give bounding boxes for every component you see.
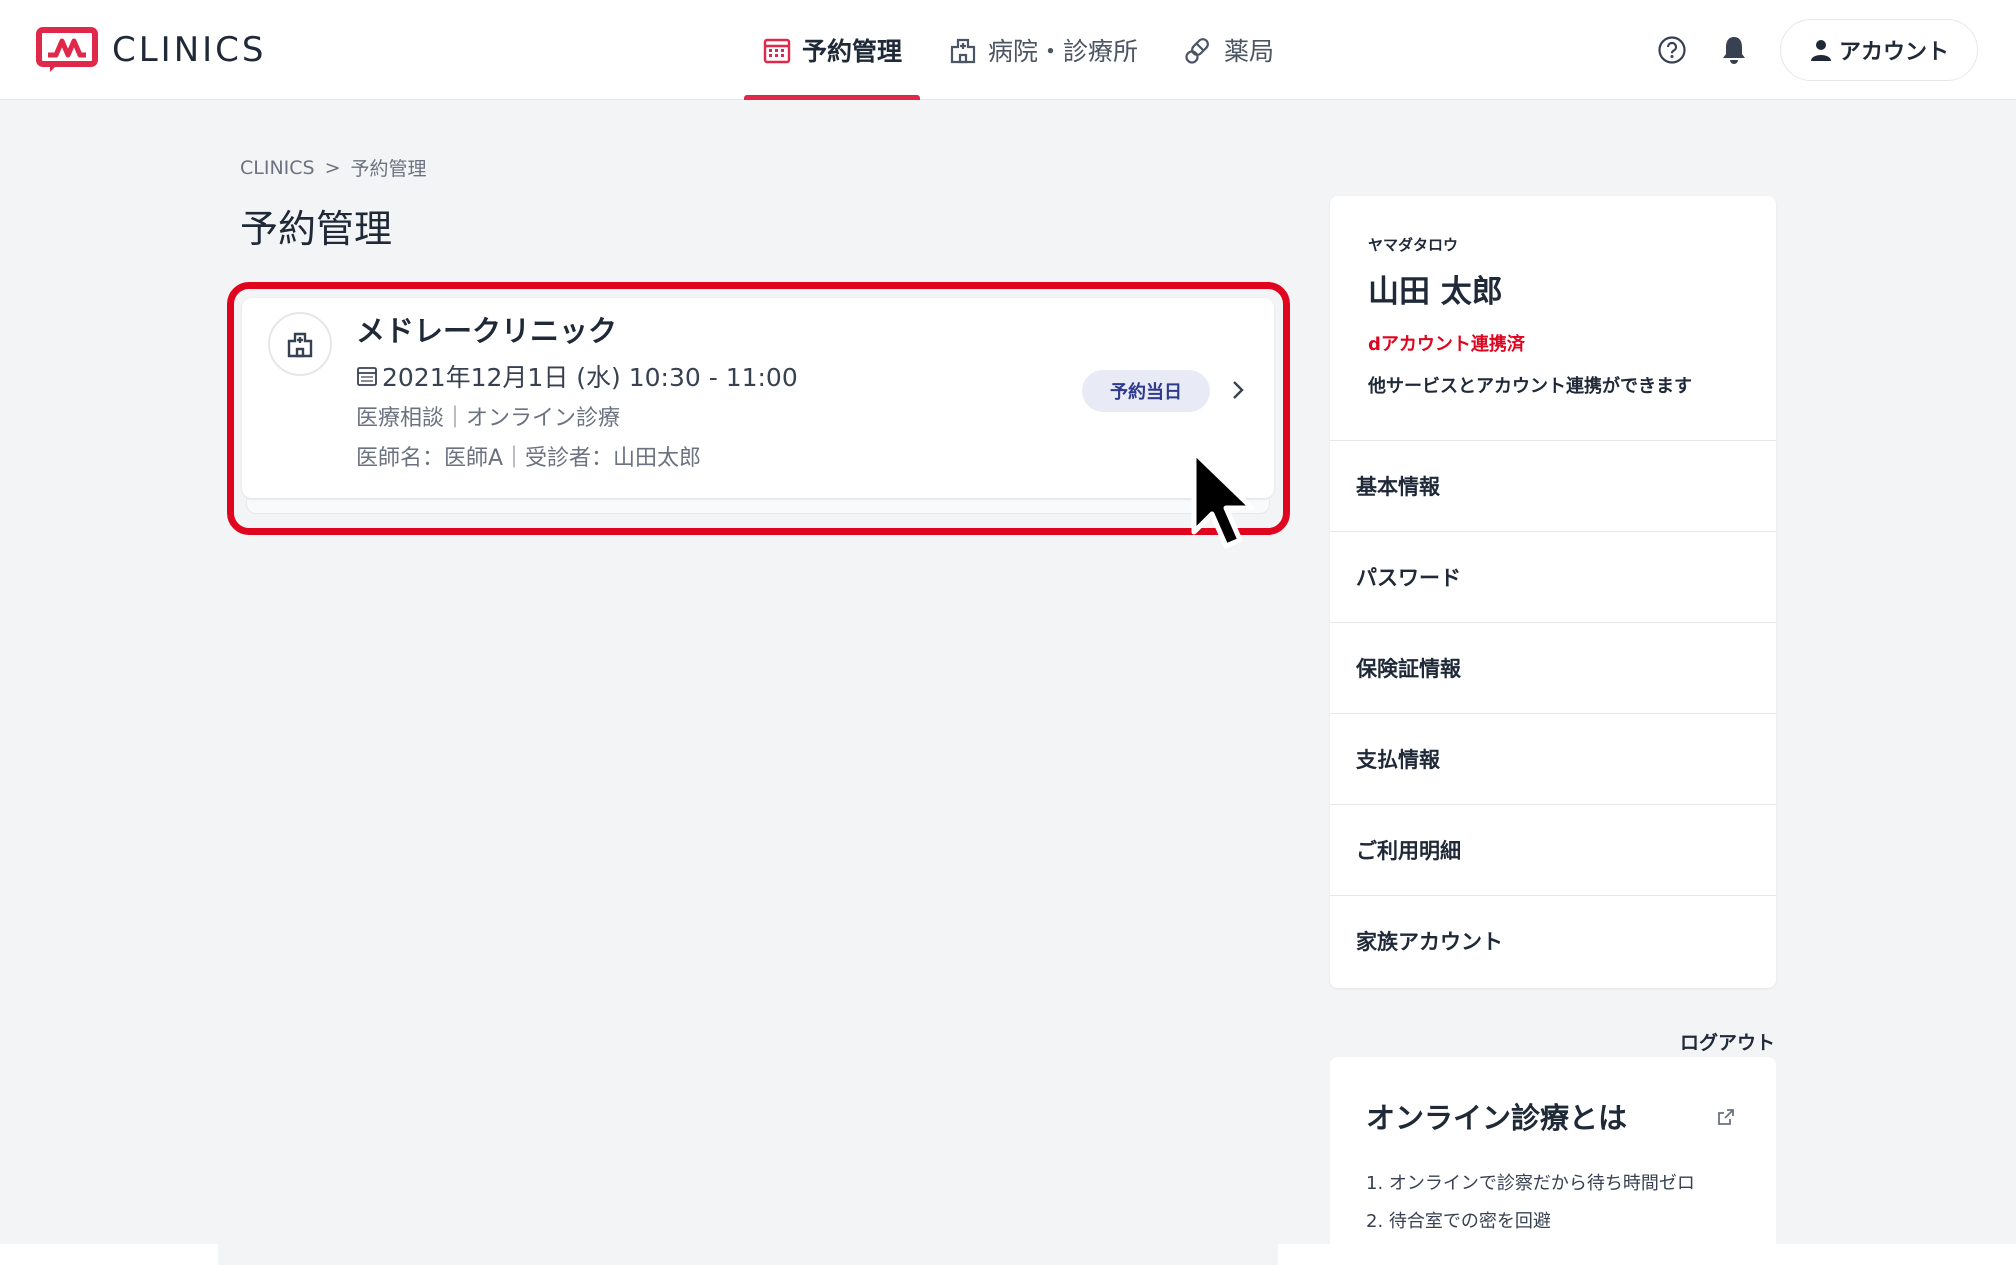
profile-panel: ヤマダタロウ 山田 太郎 dアカウント連携済 他サービスとアカウント連携ができま… — [1330, 196, 1776, 988]
clinics-logo[interactable]: CLINICS — [36, 26, 267, 74]
user-name-kana: ヤマダタロウ — [1368, 236, 1459, 254]
d-account-status[interactable]: dアカウント連携済 — [1368, 330, 1525, 356]
info-title: オンライン診療とは — [1366, 1101, 1628, 1135]
breadcrumb-separator: > — [324, 156, 341, 179]
breadcrumb-current: 予約管理 — [350, 158, 427, 180]
footer-strip — [0, 1244, 218, 1265]
nav-tab-reservations[interactable]: 予約管理 — [744, 0, 921, 100]
d-account-description: 他サービスとアカウント連携ができます — [1368, 376, 1692, 397]
info-item: 2. 待合室での密を回避 — [1366, 1211, 1551, 1232]
nav-tab-label: 病院・診療所 — [988, 37, 1139, 66]
menu-item-insurance[interactable]: 保険証情報 — [1330, 622, 1776, 713]
external-link-icon[interactable] — [1716, 1107, 1736, 1127]
logo-text: CLINICS — [112, 30, 267, 70]
bell-icon[interactable] — [1718, 34, 1750, 66]
page-title: 予約管理 — [240, 207, 393, 251]
nav-tab-hospitals[interactable]: 病院・診療所 — [930, 0, 1156, 100]
logout-link[interactable]: ログアウト — [1680, 1028, 1775, 1055]
header-actions: アカウント — [1656, 19, 1978, 81]
nav-tab-pharmacy[interactable]: 薬局 — [1166, 0, 1292, 100]
footer-strip — [1278, 1244, 2016, 1265]
menu-item-password[interactable]: パスワード — [1330, 531, 1776, 622]
pill-icon — [1185, 38, 1209, 64]
top-header: CLINICS 予約管理 病院・診療所 薬局 アカウント — [0, 0, 2016, 100]
calendar-icon — [763, 38, 791, 64]
user-icon — [1810, 40, 1831, 61]
info-item: 1. オンラインで診察だから待ち時間ゼロ — [1366, 1173, 1695, 1194]
main-nav: 予約管理 病院・診療所 薬局 — [744, 0, 1302, 100]
menu-item-family-account[interactable]: 家族アカウント — [1330, 895, 1776, 986]
nav-tab-label: 予約管理 — [802, 37, 903, 66]
hospital-icon — [950, 38, 976, 64]
mouse-cursor-icon — [1191, 449, 1255, 549]
menu-item-basic-info[interactable]: 基本情報 — [1330, 440, 1776, 531]
clinics-logo-mark — [36, 27, 98, 72]
online-info-card: オンライン診療とは 1. オンラインで診察だから待ち時間ゼロ 2. 待合室での密… — [1330, 1057, 1776, 1265]
menu-item-billing-history[interactable]: ご利用明細 — [1330, 804, 1776, 895]
highlight-frame — [227, 282, 1290, 535]
nav-tab-label: 薬局 — [1224, 37, 1275, 66]
account-button[interactable]: アカウント — [1779, 19, 1978, 81]
help-icon[interactable] — [1656, 34, 1688, 66]
menu-item-payment[interactable]: 支払情報 — [1330, 713, 1776, 804]
account-button-label: アカウント — [1838, 40, 1949, 65]
user-name: 山田 太郎 — [1368, 274, 1503, 310]
breadcrumb-root[interactable]: CLINICS — [240, 157, 315, 179]
breadcrumb: CLINICS > 予約管理 — [240, 154, 427, 181]
account-menu: 基本情報 パスワード 保険証情報 支払情報 ご利用明細 家族アカウント — [1330, 440, 1776, 986]
